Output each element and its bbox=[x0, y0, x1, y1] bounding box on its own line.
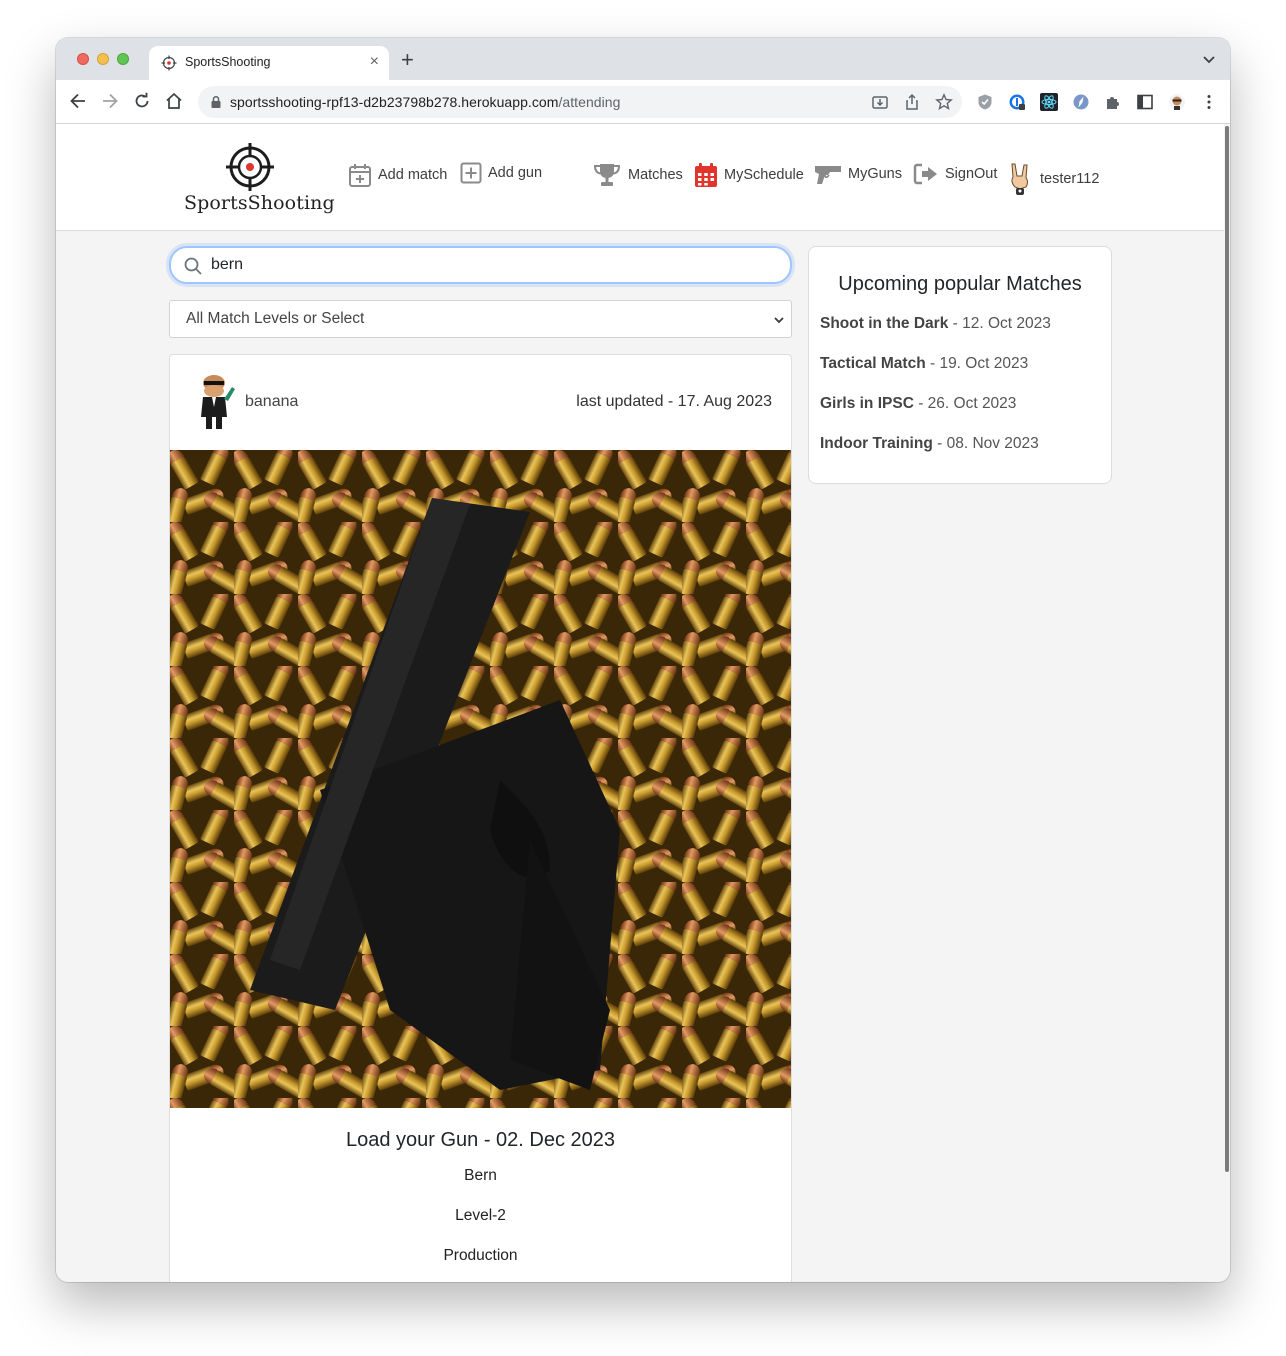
profile-avatar-icon[interactable] bbox=[1168, 93, 1186, 111]
upcoming-match-name: Tactical Match bbox=[820, 355, 926, 372]
chevron-down-icon bbox=[774, 317, 784, 324]
upcoming-match-date: - 08. Nov 2023 bbox=[932, 435, 1039, 452]
minimize-window-button[interactable] bbox=[97, 53, 109, 65]
share-icon[interactable] bbox=[903, 93, 921, 111]
browser-menu-icon[interactable] bbox=[1200, 93, 1218, 111]
search-icon bbox=[184, 257, 202, 275]
lock-icon[interactable] bbox=[210, 95, 222, 109]
maximize-window-button[interactable] bbox=[117, 53, 129, 65]
calendar-plus-icon bbox=[349, 164, 371, 187]
match-level-select[interactable]: All Match Levels or Select bbox=[169, 300, 792, 338]
last-updated-text: last updated - 17. Aug 2023 bbox=[576, 393, 772, 410]
page-scrollbar-thumb[interactable] bbox=[1225, 126, 1229, 1172]
nav-my-guns[interactable]: MyGuns bbox=[814, 162, 902, 186]
nav-user-profile[interactable]: tester112 bbox=[1006, 162, 1099, 196]
author-avatar bbox=[201, 375, 235, 429]
react-devtools-extension-icon[interactable] bbox=[1040, 93, 1058, 111]
nav-add-gun[interactable]: Add gun bbox=[460, 162, 542, 184]
upcoming-match-date: - 12. Oct 2023 bbox=[948, 315, 1051, 332]
nav-my-schedule[interactable]: MySchedule bbox=[694, 162, 804, 188]
address-bar[interactable]: sportsshooting-rpf13-d2b23798b278.heroku… bbox=[198, 86, 962, 118]
site-navbar: SportsShooting Add match Add gun Matches… bbox=[56, 124, 1224, 231]
sign-out-icon bbox=[913, 163, 937, 185]
upcoming-match-item[interactable]: Shoot in the Dark - 12. Oct 2023 bbox=[820, 315, 1051, 333]
search-value: bern bbox=[211, 256, 244, 273]
nav-sign-out-label: SignOut bbox=[945, 166, 998, 182]
install-app-icon[interactable] bbox=[871, 93, 889, 111]
tab-close-icon[interactable]: × bbox=[370, 52, 379, 72]
pistol-icon bbox=[815, 166, 841, 184]
browser-tab[interactable]: SportsShooting × bbox=[149, 46, 389, 80]
match-level: Level-2 bbox=[455, 1207, 506, 1224]
upcoming-match-item[interactable]: Girls in IPSC - 26. Oct 2023 bbox=[820, 395, 1016, 413]
browser-window: SportsShooting × + sportsshooting-rpf13-… bbox=[56, 38, 1230, 1282]
compass-extension-icon[interactable] bbox=[1072, 93, 1090, 111]
home-icon[interactable] bbox=[164, 91, 184, 111]
calendar-icon bbox=[695, 163, 717, 187]
shield-extension-icon[interactable] bbox=[976, 93, 994, 111]
rock-hand-avatar-icon bbox=[1011, 163, 1028, 195]
tab-strip: SportsShooting × + bbox=[56, 38, 1230, 80]
reload-icon[interactable] bbox=[132, 91, 152, 111]
close-window-button[interactable] bbox=[77, 53, 89, 65]
upcoming-match-date: - 19. Oct 2023 bbox=[925, 355, 1029, 372]
author-name[interactable]: banana bbox=[245, 393, 298, 411]
crosshair-logo-icon[interactable] bbox=[225, 142, 275, 192]
tab-search-chevron-icon[interactable] bbox=[1202, 52, 1216, 66]
upcoming-match-name: Indoor Training bbox=[820, 435, 933, 452]
nav-user-label: tester112 bbox=[1040, 171, 1100, 187]
match-level-select-value: All Match Levels or Select bbox=[186, 310, 365, 327]
nav-add-gun-label: Add gun bbox=[488, 165, 543, 181]
nav-matches-label: Matches bbox=[628, 167, 683, 183]
square-plus-icon bbox=[460, 162, 482, 184]
new-tab-button[interactable]: + bbox=[401, 49, 414, 71]
upcoming-match-item[interactable]: Tactical Match - 19. Oct 2023 bbox=[820, 355, 1028, 373]
upcoming-match-name: Shoot in the Dark bbox=[820, 315, 949, 332]
url-path: /attending bbox=[558, 94, 621, 110]
bookmark-star-icon[interactable] bbox=[935, 93, 953, 111]
back-arrow-icon[interactable] bbox=[68, 91, 88, 111]
upcoming-matches-title: Upcoming popular Matches bbox=[838, 273, 1082, 295]
nav-my-schedule-label: MySchedule bbox=[724, 167, 804, 183]
puzzle-extensions-icon[interactable] bbox=[1104, 93, 1122, 111]
match-card-header: banana last updated - 17. Aug 2023 bbox=[170, 355, 791, 451]
match-location: Bern bbox=[464, 1167, 497, 1184]
nav-my-guns-label: MyGuns bbox=[848, 166, 902, 182]
side-panel-icon[interactable] bbox=[1136, 93, 1154, 111]
site-logo-text[interactable]: SportsShooting bbox=[184, 192, 335, 214]
nav-add-match-label: Add match bbox=[378, 167, 448, 183]
forward-arrow-icon[interactable] bbox=[100, 91, 120, 111]
nav-matches[interactable]: Matches bbox=[592, 162, 683, 188]
match-photo bbox=[170, 450, 791, 1108]
search-input[interactable]: bern bbox=[169, 246, 792, 284]
upcoming-matches-panel: Upcoming popular Matches Shoot in the Da… bbox=[808, 246, 1112, 484]
tab-title: SportsShooting bbox=[185, 55, 271, 69]
url-text: sportsshooting-rpf13-d2b23798b278.heroku… bbox=[230, 94, 620, 110]
match-title[interactable]: Load your Gun - 02. Dec 2023 bbox=[170, 1129, 791, 1152]
match-division: Production bbox=[443, 1247, 518, 1264]
match-card: banana last updated - 17. Aug 2023 Load … bbox=[169, 354, 792, 1282]
password-manager-extension-icon[interactable] bbox=[1008, 93, 1026, 111]
nav-add-match[interactable]: Add match bbox=[348, 162, 447, 188]
upcoming-match-date: - 26. Oct 2023 bbox=[913, 395, 1017, 412]
url-host: sportsshooting-rpf13-d2b23798b278.heroku… bbox=[230, 94, 559, 110]
upcoming-match-item[interactable]: Indoor Training - 08. Nov 2023 bbox=[820, 435, 1039, 453]
trophy-icon bbox=[593, 164, 621, 186]
crosshair-favicon-icon bbox=[161, 55, 177, 71]
page-viewport: SportsShooting Add match Add gun Matches… bbox=[56, 124, 1224, 1282]
browser-toolbar: sportsshooting-rpf13-d2b23798b278.heroku… bbox=[56, 80, 1230, 124]
nav-sign-out[interactable]: SignOut bbox=[913, 162, 997, 186]
upcoming-match-name: Girls in IPSC bbox=[820, 395, 914, 412]
